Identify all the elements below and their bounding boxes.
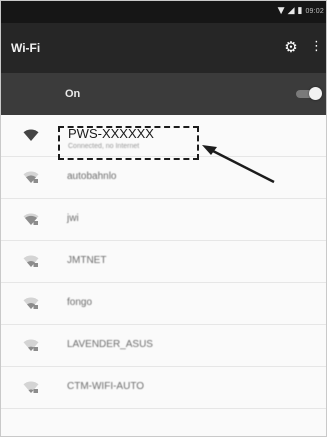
network-row[interactable]: jwi <box>1 199 326 241</box>
network-row[interactable]: CTM-WIFI-AUTO <box>1 367 326 409</box>
more-vert-icon[interactable]: ⋮ <box>310 39 323 55</box>
wifi-secure-icon <box>23 213 39 225</box>
network-row[interactable]: JMTNET <box>1 241 326 283</box>
network-name: LAVENDER_ASUS <box>67 339 153 350</box>
network-row[interactable]: fongo <box>1 283 326 325</box>
toggle-thumb <box>309 87 322 100</box>
status-bar: ▼ ◢ ▮ 09:02 <box>1 1 326 23</box>
wifi-secure-icon <box>23 339 39 351</box>
annotation-highlight-box <box>58 126 199 160</box>
wifi-secure-icon <box>23 171 39 183</box>
network-name: autobahnlo <box>67 171 117 182</box>
network-list: PWS-XXXXXX Connected, no Internet autoba… <box>1 115 326 436</box>
network-name: JMTNET <box>67 255 107 266</box>
page-title: Wi-Fi <box>11 41 41 55</box>
network-row[interactable]: LAVENDER_ASUS <box>1 325 326 367</box>
status-icons: ▼ ◢ ▮ 09:02 <box>278 6 324 17</box>
network-name: fongo <box>67 297 93 308</box>
app-toolbar: Wi-Fi ⚙ ⋮ <box>1 23 326 73</box>
wifi-icon: ▼ <box>277 6 285 16</box>
status-time: 09:02 <box>305 8 324 15</box>
wifi-settings-screen: ▼ ◢ ▮ 09:02 Wi-Fi ⚙ ⋮ On PWS-XXXXXX Conn… <box>0 0 327 437</box>
signal-icon: ◢ <box>287 6 295 16</box>
wifi-secure-icon <box>23 255 39 267</box>
network-name: CTM-WIFI-AUTO <box>67 381 145 392</box>
gear-icon[interactable]: ⚙ <box>283 39 299 55</box>
wifi-toggle-label: On <box>65 88 81 100</box>
battery-icon: ▮ <box>297 6 303 16</box>
wifi-secure-icon <box>23 381 39 393</box>
network-row[interactable]: autobahnlo <box>1 157 326 199</box>
wifi-toggle-bar[interactable]: On <box>1 73 326 115</box>
wifi-full-icon <box>23 129 39 141</box>
network-name: jwi <box>67 213 79 224</box>
wifi-secure-icon <box>23 297 39 309</box>
wifi-toggle-switch[interactable] <box>296 87 322 101</box>
